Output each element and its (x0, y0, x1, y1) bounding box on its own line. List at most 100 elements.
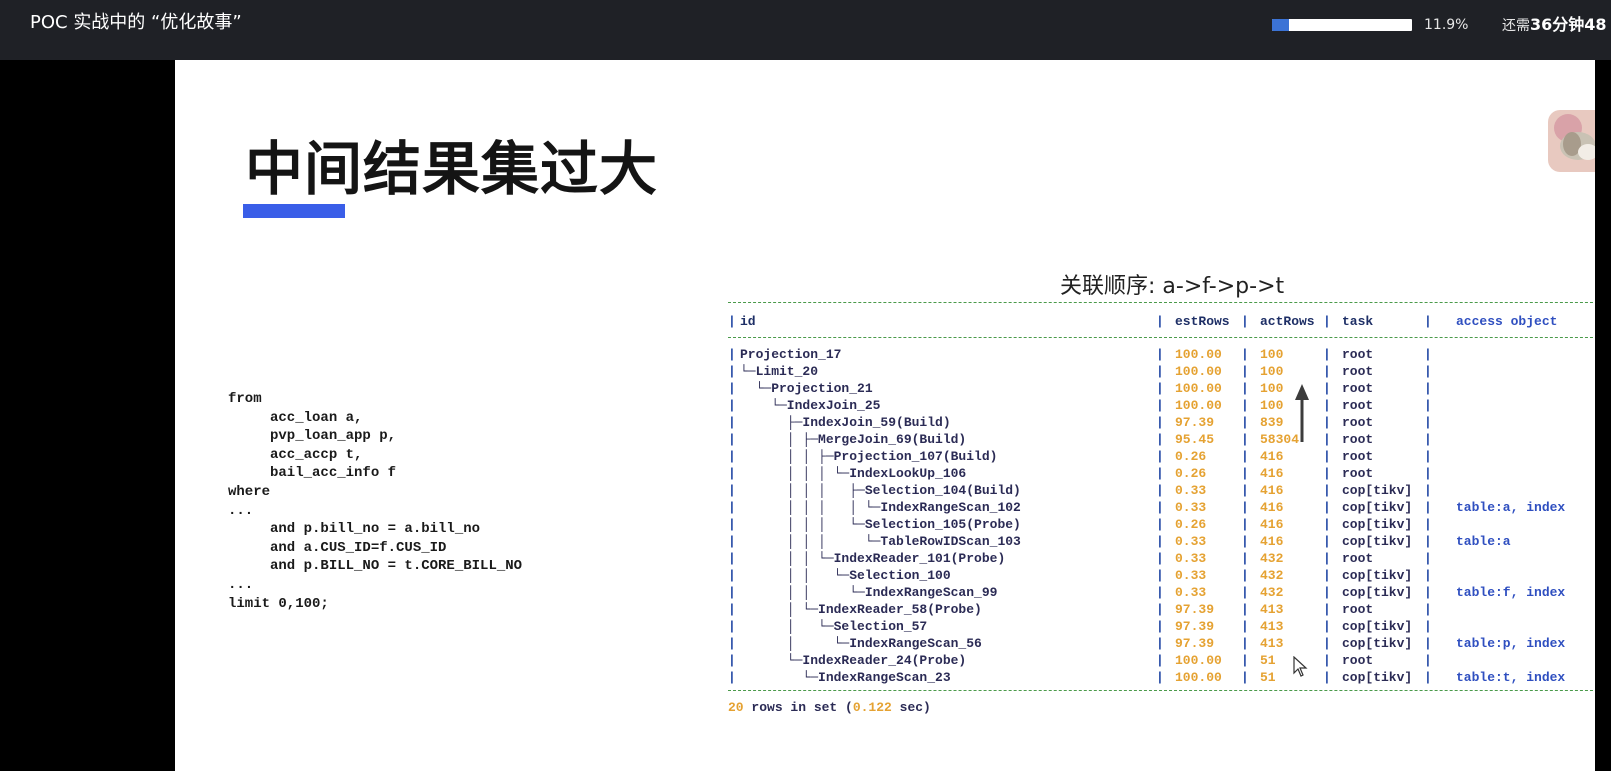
heading-accent-bar (243, 204, 345, 218)
column-separator: | (1241, 653, 1249, 668)
plan-row: | | | | | │ │ └─IndexRangeScan_99 0.33 432 cop[… (728, 584, 1595, 601)
top-bar: POC 实战中的 “优化故事” 11.9% 还需36分钟48 (0, 0, 1611, 60)
sql-line: limit 0,100; (228, 595, 329, 612)
column-separator: | (1156, 568, 1164, 583)
plan-cell: 0.33 (1175, 585, 1207, 600)
plan-row: | | | | | │ │ │ └─IndexLookUp_106 0.26 416 root (728, 465, 1595, 482)
plan-cell: 0.26 (1175, 517, 1207, 532)
plan-row: | | | | | │ │ │ ├─Selection_104(Build) 0.33 41… (728, 482, 1595, 499)
plan-cell: cop[tikv] (1342, 670, 1413, 685)
column-separator: | (1241, 568, 1249, 583)
column-separator: | (1424, 602, 1432, 617)
plan-cell: 0.33 (1175, 551, 1207, 566)
result-summary: 20 rows in set (0.122 sec) (728, 700, 931, 715)
column-separator: | (1323, 619, 1331, 634)
plan-cell: cop[tikv] (1342, 636, 1413, 651)
column-separator: | (1424, 415, 1432, 430)
plan-row: | | | | | │ │ └─IndexReader_101(Probe) 0.33 43… (728, 550, 1595, 567)
plan-row: | | | | | │ │ │ │ └─IndexRangeScan_102 0.33 41… (728, 499, 1595, 516)
plan-cell: 416 (1260, 466, 1284, 481)
column-separator: | (728, 415, 736, 430)
column-separator: | (1156, 500, 1164, 515)
plan-row: | | | | | └─Limit_20 100.00 100 root (728, 363, 1595, 380)
column-separator: | (1323, 466, 1331, 481)
column-separator: | (728, 398, 736, 413)
plan-cell: 97.39 (1175, 636, 1215, 651)
column-separator: | (728, 568, 736, 583)
column-separator: | (728, 670, 736, 685)
plan-cell: 100 (1260, 364, 1284, 379)
column-separator: | (1323, 670, 1331, 685)
plan-cell: └─Projection_21 (740, 381, 873, 396)
plan-cell: │ │ └─Selection_100 (740, 568, 951, 583)
remaining-time: 还需36分钟48 (1502, 0, 1607, 51)
column-separator: | (1323, 415, 1331, 430)
column-separator: | (1424, 483, 1432, 498)
plan-cell: 97.39 (1175, 619, 1215, 634)
plan-row: | | | | | └─IndexReader_24(Probe) 100.00 51 roo… (728, 652, 1595, 669)
column-separator: | (1424, 314, 1432, 329)
plan-cell: 416 (1260, 517, 1284, 532)
plan-cell: 0.33 (1175, 500, 1207, 515)
column-separator: | (1241, 432, 1249, 447)
plan-cell: root (1342, 602, 1374, 617)
up-arrow-icon (1295, 384, 1309, 442)
plan-cell: cop[tikv] (1342, 517, 1413, 532)
column-separator: | (1323, 517, 1331, 532)
plan-cell: │ └─Selection_57 (740, 619, 928, 634)
column-separator: | (728, 483, 736, 498)
presentation-slide: 中间结果集过大 from acc_loan a, pvp_loan_app p,… (175, 60, 1595, 771)
column-separator: | (1424, 551, 1432, 566)
column-separator: | (728, 432, 736, 447)
summary-end: sec) (891, 700, 931, 715)
plan-header-cell: actRows (1260, 314, 1315, 329)
plan-cell: cop[tikv] (1342, 585, 1413, 600)
plan-row: | | | | | │ │ │ └─Selection_105(Probe) 0.26 41… (728, 516, 1595, 533)
column-separator: | (1156, 585, 1164, 600)
column-separator: | (1156, 432, 1164, 447)
plan-cell: │ │ └─IndexRangeScan_99 (740, 585, 998, 600)
column-separator: | (1424, 585, 1432, 600)
plan-cell: table:t, index (1456, 670, 1566, 685)
column-separator: | (1241, 364, 1249, 379)
plan-cell: 100 (1260, 398, 1284, 413)
plan-cell: │ │ │ └─TableRowIDScan_103 (740, 534, 1021, 549)
column-separator: | (1323, 636, 1331, 651)
column-separator: | (1241, 670, 1249, 685)
plan-cell: table:p, index (1456, 636, 1566, 651)
playback-progress-bar[interactable] (1272, 19, 1412, 31)
column-separator: | (1156, 415, 1164, 430)
plan-row: | | | | | │ └─IndexReader_58(Probe) 97.39 413 r… (728, 601, 1595, 618)
column-separator: | (1424, 534, 1432, 549)
plan-cell: 100.00 (1175, 347, 1222, 362)
plan-row: | | | | | │ ├─MergeJoin_69(Build) 95.45 58304 r… (728, 431, 1595, 448)
plan-row: | | | | | └─Projection_21 100.00 100 root (728, 380, 1595, 397)
plan-top-border (728, 302, 1595, 304)
column-separator: | (728, 466, 736, 481)
plan-cell: 100.00 (1175, 398, 1222, 413)
sql-line: pvp_loan_app p, (228, 428, 397, 445)
column-separator: | (728, 364, 736, 379)
column-separator: | (1156, 670, 1164, 685)
column-separator: | (1424, 432, 1432, 447)
plan-cell: root (1342, 449, 1374, 464)
plan-header-cell: id (740, 314, 756, 329)
column-separator: | (728, 347, 736, 362)
column-separator: | (1241, 466, 1249, 481)
column-separator: | (728, 636, 736, 651)
column-separator: | (1424, 636, 1432, 651)
sql-line: and p.BILL_NO = t.CORE_BILL_NO (228, 558, 523, 575)
plan-cell: 413 (1260, 602, 1284, 617)
column-separator: | (1323, 398, 1331, 413)
sql-line: and p.bill_no = a.bill_no (228, 521, 481, 538)
column-separator: | (1424, 381, 1432, 396)
column-separator: | (1424, 466, 1432, 481)
plan-cell: 416 (1260, 534, 1284, 549)
column-separator: | (1323, 534, 1331, 549)
plan-cell: table:a (1456, 534, 1511, 549)
column-separator: | (1424, 500, 1432, 515)
column-separator: | (1241, 500, 1249, 515)
progress-percent: 11.9% (1424, 17, 1469, 33)
column-separator: | (1156, 636, 1164, 651)
exec-time: 0.122 (852, 700, 892, 715)
